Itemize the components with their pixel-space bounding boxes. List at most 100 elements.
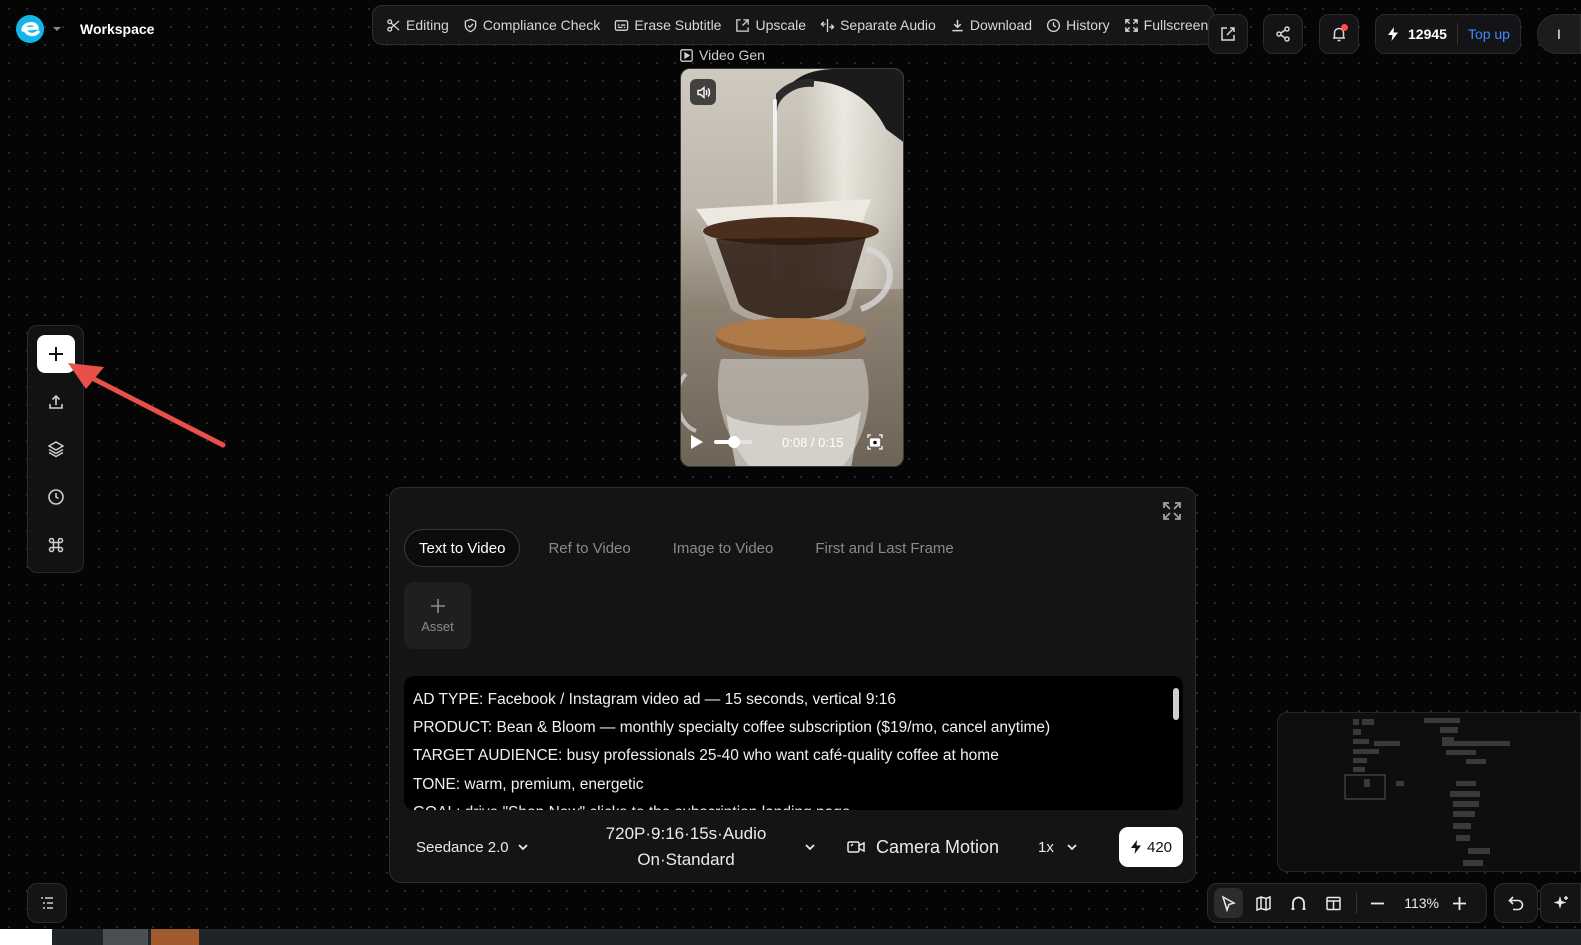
- bolt-icon: [1130, 840, 1141, 854]
- share-button[interactable]: [1263, 14, 1303, 54]
- command-icon: [48, 537, 64, 553]
- chevron-down-icon: [1067, 844, 1077, 851]
- spec-line-2: On·Standard: [637, 850, 735, 869]
- canvas-controls: 113%: [1207, 883, 1487, 923]
- minimap-canvas: [1344, 718, 1510, 866]
- fullscreen-button[interactable]: Fullscreen: [1117, 10, 1216, 40]
- controls-divider: [1356, 892, 1358, 914]
- prompt-textarea[interactable]: AD TYPE: Facebook / Instagram video ad —…: [404, 676, 1183, 810]
- model-select[interactable]: Seedance 2.0: [404, 839, 586, 856]
- compliance-check-button[interactable]: Compliance Check: [456, 10, 608, 40]
- erase-subtitle-label: Erase Subtitle: [634, 17, 722, 33]
- map-icon: [1256, 895, 1271, 911]
- bolt-icon: [1388, 27, 1398, 41]
- chevron-down-icon[interactable]: [52, 24, 62, 34]
- video-controls: 0:08 / 0:15: [690, 428, 895, 456]
- clock-icon: [48, 489, 64, 505]
- upscale-button[interactable]: Upscale: [728, 10, 813, 40]
- tab-image-to-video[interactable]: Image to Video: [659, 529, 788, 567]
- expand-icon[interactable]: [1161, 500, 1183, 522]
- chevron-down-icon: [805, 844, 815, 851]
- mute-button[interactable]: [690, 79, 716, 105]
- shield-check-icon: [464, 18, 477, 32]
- undo-icon: [1508, 896, 1524, 911]
- external-link-icon: [1221, 27, 1235, 41]
- undo-button[interactable]: [1494, 883, 1538, 923]
- open-external-button[interactable]: [1208, 14, 1248, 54]
- video-timecode: 0:08 / 0:15: [782, 434, 844, 450]
- history-button[interactable]: History: [1039, 10, 1117, 40]
- history-label: History: [1066, 17, 1110, 33]
- node-label: Video Gen: [680, 47, 765, 63]
- credits-amount: 12945: [1408, 26, 1447, 42]
- tab-first-and-last-frame[interactable]: First and Last Frame: [801, 529, 967, 567]
- tab-ref-to-video[interactable]: Ref to Video: [534, 529, 644, 567]
- taskbar-item[interactable]: [0, 929, 52, 945]
- separate-audio-icon: [820, 18, 835, 32]
- mode-tabs: Text to Video Ref to Video Image to Vide…: [404, 529, 968, 567]
- fullscreen-label: Fullscreen: [1143, 17, 1209, 33]
- taskbar-item[interactable]: [103, 929, 148, 945]
- video-icon: [680, 48, 693, 62]
- add-asset-button[interactable]: Asset: [404, 582, 471, 649]
- credits-divider: [1456, 23, 1458, 45]
- magnet-tool-button[interactable]: [1284, 888, 1313, 918]
- top-up-link[interactable]: Top up: [1468, 26, 1510, 42]
- taskbar: [0, 929, 1581, 945]
- camera-motion-button[interactable]: Camera Motion: [846, 837, 1038, 858]
- compliance-check-label: Compliance Check: [482, 17, 601, 33]
- spec-line-1: 720P·9:16·15s·Audio: [605, 824, 767, 843]
- zoom-out-button[interactable]: [1363, 888, 1392, 918]
- list-icon: [41, 897, 53, 909]
- video-progress-knob[interactable]: [728, 436, 741, 448]
- erase-subtitle-button[interactable]: Erase Subtitle: [607, 10, 728, 40]
- speed-select[interactable]: 1x: [1038, 839, 1108, 856]
- play-icon[interactable]: [690, 434, 704, 450]
- zoom-in-button[interactable]: [1445, 888, 1474, 918]
- magnet-icon: [1291, 896, 1306, 910]
- user-avatar[interactable]: I: [1537, 14, 1581, 54]
- separate-audio-button[interactable]: Separate Audio: [813, 10, 943, 40]
- brand: Workspace: [14, 13, 154, 45]
- node-label-text: Video Gen: [699, 47, 765, 63]
- annotation-arrow-icon: [68, 363, 226, 448]
- outline-toggle-button[interactable]: [27, 883, 67, 923]
- share-icon: [1276, 26, 1290, 42]
- shortcuts-button[interactable]: [37, 526, 75, 564]
- speaker-icon: [696, 85, 710, 99]
- video-preview[interactable]: [680, 68, 904, 467]
- minimap[interactable]: [1277, 712, 1581, 872]
- select-tool-button[interactable]: [1214, 888, 1244, 918]
- zoom-level: 113%: [1404, 895, 1439, 911]
- app-logo-icon[interactable]: [14, 13, 46, 45]
- notification-dot: [1341, 24, 1348, 31]
- taskbar-item[interactable]: [151, 929, 199, 945]
- cursor-icon: [1221, 894, 1236, 912]
- notifications-button[interactable]: [1319, 14, 1359, 54]
- ai-assist-button[interactable]: [1540, 883, 1581, 923]
- workspace-title: Workspace: [80, 21, 155, 37]
- upscale-label: Upscale: [755, 17, 807, 33]
- spec-select[interactable]: 720P·9:16·15s·Audio On·Standard: [586, 821, 846, 873]
- sparkle-icon: [1553, 896, 1568, 909]
- screenshot-icon[interactable]: [867, 434, 884, 450]
- tab-text-to-video[interactable]: Text to Video: [404, 529, 521, 567]
- spec-text: 720P·9:16·15s·Audio On·Standard: [586, 821, 786, 873]
- prompt-scrollbar[interactable]: [1173, 688, 1179, 720]
- separate-audio-label: Separate Audio: [840, 17, 936, 33]
- video-progress-bar[interactable]: [714, 436, 752, 448]
- history-rail-button[interactable]: [37, 478, 75, 516]
- layout-tool-button[interactable]: [1319, 888, 1348, 918]
- plus-icon: [1453, 896, 1466, 910]
- prompt-line: TARGET AUDIENCE: busy professionals 25-4…: [413, 747, 999, 765]
- generate-cost: 420: [1146, 838, 1173, 856]
- generate-button[interactable]: 420: [1119, 827, 1183, 867]
- download-button[interactable]: Download: [943, 10, 1039, 40]
- editing-button[interactable]: Editing: [379, 10, 456, 40]
- fullscreen-icon: [1124, 18, 1138, 32]
- download-label: Download: [969, 17, 1033, 33]
- map-tool-button[interactable]: [1249, 888, 1278, 918]
- minus-icon: [1371, 902, 1385, 904]
- prompt-line: PRODUCT: Bean & Bloom — monthly specialt…: [413, 719, 1051, 737]
- speed-label: 1x: [1038, 838, 1054, 856]
